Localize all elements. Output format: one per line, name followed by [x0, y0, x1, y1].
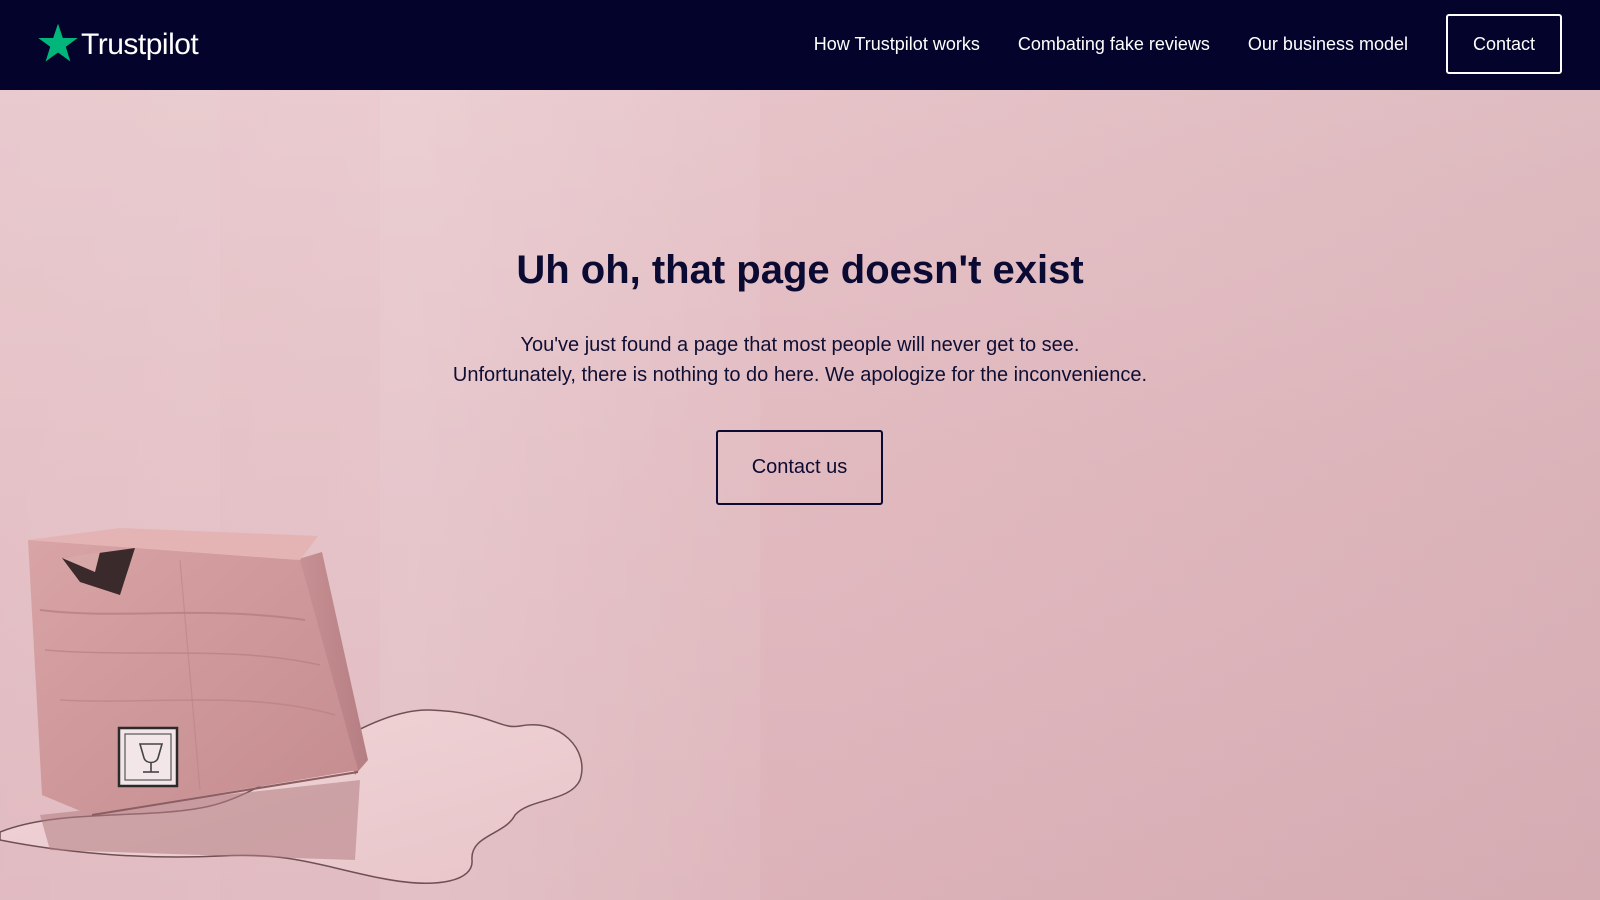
description-line-2: Unfortunately, there is nothing to do he… — [452, 364, 1148, 386]
contact-us-button[interactable]: Contact us — [716, 430, 883, 505]
logo-wordmark: Trustpilot — [81, 28, 199, 61]
nav-our-business-model[interactable]: Our business model — [1248, 34, 1408, 55]
star-icon — [38, 23, 78, 62]
page-title: Uh oh, that page doesn't exist — [516, 248, 1084, 292]
description-line-1: You've just found a page that most peopl… — [520, 334, 1080, 356]
wine-glass-icon — [117, 726, 179, 788]
site-header: Trustpilot How Trustpilot works Combatin… — [0, 0, 1600, 90]
error-description: You've just found a page that most peopl… — [0, 330, 1600, 390]
error-hero: Uh oh, that page doesn't exist You've ju… — [0, 90, 1600, 900]
trustpilot-logo[interactable]: Trustpilot — [37, 22, 199, 64]
contact-button[interactable]: Contact — [1446, 14, 1562, 74]
nav-combating-fake-reviews[interactable]: Combating fake reviews — [1018, 34, 1210, 55]
main-nav: How Trustpilot works Combating fake revi… — [814, 14, 1562, 74]
nav-how-trustpilot-works[interactable]: How Trustpilot works — [814, 34, 980, 55]
